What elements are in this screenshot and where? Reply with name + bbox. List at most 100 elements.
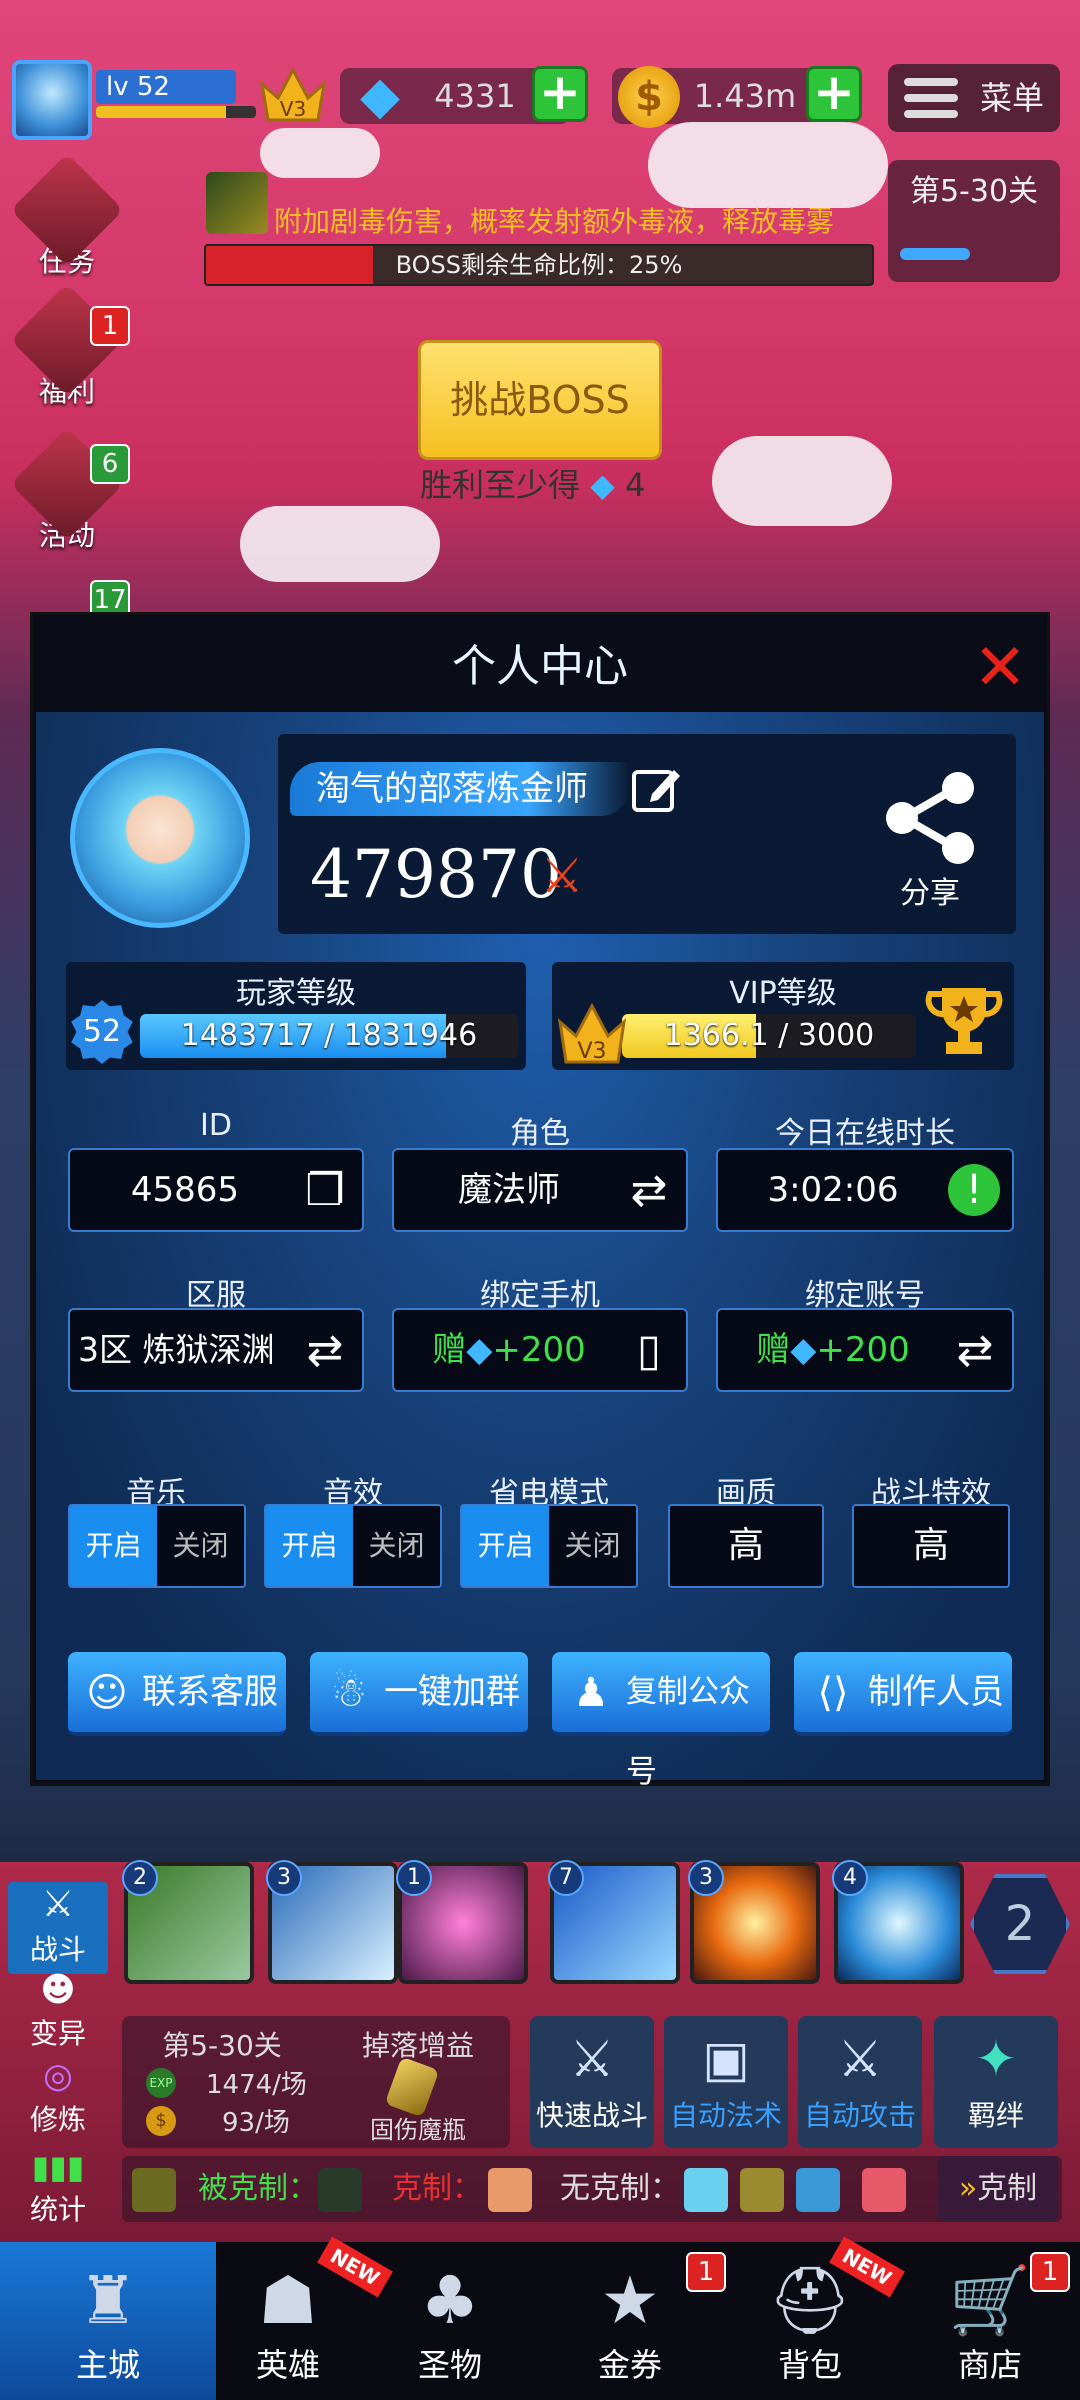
cart-icon: 🛒	[948, 2262, 1032, 2339]
skill-slot-1[interactable]: 2	[122, 1860, 254, 1984]
power-save-off-option[interactable]: 关闭	[549, 1506, 636, 1586]
auto-attack-button[interactable]: ⚔ 自动攻击	[798, 2016, 922, 2148]
close-button[interactable]: ✕	[970, 636, 1030, 700]
challenge-boss-button[interactable]: 挑战BOSS	[418, 340, 662, 460]
music-off-option[interactable]: 关闭	[157, 1506, 244, 1586]
modal-title: 个人中心	[452, 641, 628, 692]
quick-battle-button[interactable]: ⚔ 快速战斗	[530, 2016, 654, 2148]
sfx-toggle[interactable]: 开启 关闭	[264, 1504, 442, 1588]
trophy-icon[interactable]	[924, 980, 1004, 1060]
nav-shop[interactable]: 🛒 商店 1	[900, 2242, 1080, 2400]
power-save-on-option[interactable]: 开启	[462, 1506, 549, 1586]
quality-select[interactable]: 高	[668, 1504, 824, 1588]
share-icon[interactable]	[880, 768, 980, 868]
gem-icon: ◆	[790, 1330, 817, 1370]
profile-avatar[interactable]	[70, 748, 250, 928]
side-quest-button[interactable]: 任务	[10, 153, 124, 290]
fast-forward-swords-icon: ⚔	[569, 2030, 615, 2088]
counter-info-label: 克制	[977, 2171, 1038, 2206]
skill-slot-6[interactable]: 4	[832, 1860, 964, 1984]
player-nickname: 淘气的部落炼金师	[316, 769, 588, 809]
switch-icon[interactable]: ⇄	[298, 1324, 352, 1378]
power-save-toggle[interactable]: 开启 关闭	[460, 1504, 638, 1588]
vip-crown-icon: V3	[557, 1002, 627, 1064]
add-coins-button[interactable]: +	[806, 66, 862, 122]
online-time-label: 今日在线时长	[775, 1116, 955, 1151]
player-level-label: lv 52	[96, 70, 236, 104]
copy-icon[interactable]: ❐	[298, 1164, 352, 1218]
copy-official-account-button[interactable]: ♟ 复制公众号	[552, 1652, 770, 1790]
nav-backpack[interactable]: ⛑ 背包 NEW	[720, 2236, 905, 2400]
bind-account-reward-amount: +200	[816, 1330, 910, 1370]
tab-cultivate[interactable]: ◎ 修炼	[8, 2054, 108, 2146]
auto-spell-button[interactable]: ▣ 自动法术	[664, 2016, 788, 2148]
battle-effect-select[interactable]: 高	[852, 1504, 1010, 1588]
edit-icon[interactable]	[630, 764, 682, 816]
join-group-button[interactable]: ☃ 一键加群	[310, 1652, 528, 1736]
vip-exp-text: 1366.1 / 3000	[663, 1018, 875, 1053]
music-toggle[interactable]: 开启 关闭	[68, 1504, 246, 1588]
tab-mutation[interactable]: ☻ 变异	[8, 1968, 108, 2060]
vip-crown-icon[interactable]: V3	[258, 62, 328, 124]
join-group-label: 一键加群	[384, 1672, 520, 1712]
tab-battle[interactable]: ⚔ 战斗	[8, 1882, 108, 1974]
neutral-label: 无克制：	[560, 2171, 680, 2206]
role-field[interactable]: 魔法师 ⇄	[392, 1148, 688, 1232]
nav-gold-voucher-label: 金券	[597, 2346, 662, 2384]
id-label: ID	[200, 1108, 232, 1143]
player-exp-text: 1483717 / 1831946	[180, 1018, 478, 1053]
bond-crystal-icon: ✦	[975, 2030, 1017, 2088]
swords-icon: ⚔	[41, 1884, 75, 1925]
boss-hp-bar: BOSS剩余生命比例：25%	[204, 244, 874, 286]
skill-slot-4[interactable]: 7	[548, 1860, 680, 1984]
bind-account-field[interactable]: 赠◆+200 ⇄	[716, 1308, 1014, 1392]
exp-icon: EXP	[146, 2068, 176, 2098]
bond-button[interactable]: ✦ 羁绊	[934, 2016, 1058, 2148]
contact-support-button[interactable]: ☺ 联系客服	[68, 1652, 286, 1736]
hamburger-icon	[904, 78, 958, 118]
server-field[interactable]: 3区 炼狱深渊 ⇄	[68, 1308, 364, 1392]
current-stage: 第5-30关	[162, 2029, 282, 2062]
music-on-option[interactable]: 开启	[70, 1506, 157, 1586]
skill-slot-2[interactable]: 3	[266, 1860, 398, 1984]
bind-phone-reward: 赠◆+200	[394, 1310, 624, 1390]
add-gems-button[interactable]: +	[532, 66, 588, 122]
id-value: 45865	[130, 1170, 240, 1210]
role-label: 角色	[510, 1116, 570, 1151]
gem-value: 4331	[434, 77, 516, 115]
nav-gold-voucher[interactable]: ★ 金券 1	[540, 2242, 726, 2400]
element-icon	[132, 2168, 176, 2212]
quick-battle-label: 快速战斗	[535, 2099, 648, 2132]
credits-button[interactable]: ⟨⟩ 制作人员	[794, 1652, 1012, 1736]
castle-icon: ♜	[78, 2262, 138, 2339]
player-exp-bar: 1483717 / 1831946	[140, 1014, 518, 1058]
switch-icon[interactable]: ⇄	[622, 1164, 676, 1218]
nav-relics[interactable]: ♣ 圣物	[360, 2242, 540, 2400]
copy-official-account-label: 复制公众号	[626, 1674, 750, 1790]
victory-reward-gems: 4	[624, 466, 646, 504]
tab-stats[interactable]: ▮▮▮ 统计	[8, 2146, 108, 2238]
contact-support-label: 联系客服	[142, 1672, 278, 1712]
bind-phone-field[interactable]: 赠◆+200 ▯	[392, 1308, 688, 1392]
support-agent-icon: ☺	[86, 1670, 128, 1716]
stage-indicator[interactable]: 第5-30关	[888, 160, 1060, 282]
hero-portrait-icon	[862, 2168, 906, 2212]
sfx-on-option[interactable]: 开启	[266, 1506, 353, 1586]
skill-slot-5[interactable]: 3	[688, 1860, 820, 1984]
vip-crown-text: V3	[280, 97, 306, 121]
counter-info-button[interactable]: »克制	[938, 2156, 1058, 2222]
skill-slot-3[interactable]: 1	[396, 1860, 528, 1984]
menu-button[interactable]: 菜单	[888, 64, 1060, 132]
vip-exp-bar: 1366.1 / 3000	[622, 1014, 916, 1058]
server-value: 3区 炼狱深渊	[78, 1330, 275, 1369]
player-avatar-button[interactable]	[12, 60, 92, 140]
tab-mutation-label: 变异	[29, 2017, 86, 2050]
info-icon[interactable]: !	[948, 1164, 1000, 1216]
skill-description: 附加剧毒伤害，概率发射额外毒液，释放毒雾	[274, 205, 835, 238]
sfx-off-option[interactable]: 关闭	[353, 1506, 440, 1586]
switch-icon[interactable]: ⇄	[948, 1324, 1002, 1378]
role-value: 魔法师	[458, 1170, 560, 1210]
shop-badge: 1	[1030, 2252, 1070, 2292]
hero-portrait-icon	[488, 2168, 532, 2212]
phone-icon[interactable]: ▯	[622, 1324, 676, 1378]
